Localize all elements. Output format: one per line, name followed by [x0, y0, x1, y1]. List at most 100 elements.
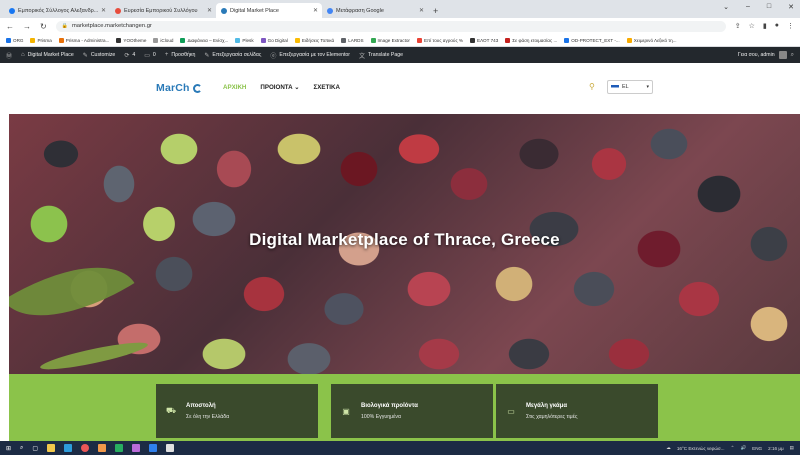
admin-edit-elementor[interactable]: ⓔ Επεξεργασία με τον Elementor	[270, 51, 350, 60]
avatar	[778, 51, 787, 59]
window-controls: ⌄ – □ ✕	[723, 3, 794, 11]
language-select[interactable]: EL ▾	[607, 80, 653, 94]
app-icon[interactable]	[149, 444, 158, 452]
admin-edit-page[interactable]: ✎ Επεξεργασία σελίδας	[204, 52, 261, 59]
file-explorer-icon[interactable]	[47, 444, 56, 452]
new-tab-button[interactable]: +	[433, 6, 438, 16]
bookmark-item[interactable]: Ειδήσεις Τοπικά	[294, 37, 334, 43]
nav-item-about[interactable]: ΣΧΕΤΙΚΑ	[314, 84, 340, 91]
bookmarks-bar: ORG Prisma Prisma - Administra... YOOthe…	[0, 34, 800, 47]
admin-site-name[interactable]: ⌂ Digital Market Place	[21, 52, 74, 58]
bookmark-item[interactable]: Go Digital	[260, 37, 288, 43]
feature-subtitle: 100% Εγγυημένα	[361, 413, 401, 420]
app-icon[interactable]	[115, 444, 124, 452]
bookmark-item[interactable]: Prisma	[30, 37, 52, 43]
bookmark-item[interactable]: YOOtheme	[116, 37, 146, 43]
back-icon[interactable]: ←	[6, 22, 14, 31]
menu-icon[interactable]: ⋮	[787, 22, 794, 30]
bookmark-favicon-icon	[58, 37, 64, 43]
volume-icon[interactable]: 🔊	[740, 445, 746, 451]
bookmark-label: Επί τους αγρούς %	[423, 37, 464, 43]
input-language[interactable]: ENG	[752, 446, 762, 451]
tray-arrow-icon[interactable]: ⌃	[731, 445, 735, 451]
reload-icon[interactable]: ↻	[40, 22, 47, 31]
bookmark-item[interactable]: ORG	[6, 37, 24, 43]
forward-icon[interactable]: →	[23, 22, 31, 31]
admin-new[interactable]: + Προσθήκη	[165, 52, 196, 58]
close-tab-icon[interactable]: ✕	[419, 7, 424, 14]
search-icon[interactable]: ⚲	[589, 82, 595, 91]
close-window-icon[interactable]: ✕	[788, 3, 794, 11]
bookmark-favicon-icon	[180, 37, 186, 43]
admin-translate[interactable]: 文 Translate Page	[359, 51, 403, 60]
nav-item-home[interactable]: ΑΡΧΙΚΗ	[223, 84, 246, 91]
feature-subtitle: Σε όλη την Ελλάδα	[186, 413, 230, 420]
facebook-favicon-icon	[9, 7, 15, 14]
bookmark-item[interactable]: Plesk	[235, 37, 254, 43]
bookmark-item[interactable]: ΕΛΟΤ 743	[470, 37, 498, 43]
browser-tab[interactable]: Εμπορικός Σύλλογος Αλεξανδρ... ✕	[4, 3, 110, 18]
bookmark-item[interactable]: Prisma - Administra...	[58, 37, 109, 43]
lock-icon[interactable]: 🔒	[62, 23, 68, 29]
feature-title: Βιολογικά προϊόντα	[361, 402, 418, 409]
search-icon[interactable]: ⌕	[791, 52, 794, 59]
hero-title: Digital Marketplace of Thrace, Greece	[249, 230, 560, 249]
feature-card-variety: ▭ Μεγάλη γκάμα Στις χαμηλότερες τιμές	[496, 384, 658, 438]
clock[interactable]: 2:16 μμ	[768, 446, 784, 451]
google-translate-favicon-icon	[327, 7, 333, 14]
close-tab-icon[interactable]: ✕	[101, 7, 106, 14]
close-tab-icon[interactable]: ✕	[313, 7, 318, 14]
bookmark-label: Plesk	[242, 37, 254, 43]
bookmark-item[interactable]: Χειμερινό Λεξικό τη...	[626, 37, 677, 43]
weather-text[interactable]: 16°C Εκτενώς νεφώσ...	[677, 446, 725, 451]
profile-icon[interactable]: ●	[775, 22, 779, 30]
admin-updates[interactable]: ⟳ 4	[124, 52, 135, 59]
app-icon[interactable]	[166, 444, 175, 452]
bookmark-item[interactable]: Επί τους αγρούς %	[416, 37, 464, 43]
bookmark-favicon-icon	[260, 37, 266, 43]
url-text: marketplace.marketchangen.gr	[71, 23, 152, 29]
close-tab-icon[interactable]: ✕	[207, 7, 212, 14]
admin-account[interactable]: Γεια σου, admin ⌕	[738, 51, 794, 59]
bookmark-item[interactable]: LARDS	[341, 37, 364, 43]
app-icon[interactable]	[98, 444, 107, 452]
edge-icon[interactable]	[64, 444, 73, 452]
sidebar-icon[interactable]: ▮	[763, 22, 767, 30]
bookmark-item[interactable]: Image Extractor	[370, 37, 410, 43]
bookmark-label: Prisma	[37, 37, 52, 43]
bookmark-label: ORG	[13, 37, 24, 43]
bookmark-item[interactable]: OD-PROTECT_EXT -...	[564, 37, 620, 43]
maximize-icon[interactable]: □	[767, 3, 771, 11]
chrome-icon[interactable]	[81, 444, 90, 452]
browser-tab[interactable]: Μετάφραση Google ✕	[322, 3, 428, 18]
admin-comments[interactable]: ▭ 0	[144, 52, 156, 59]
features-band: ⛟ Αποστολή Σε όλη την Ελλάδα ▣ Βιολογικά…	[9, 374, 800, 441]
bookmark-item[interactable]: Σε φάση ετοιμασίας ...	[505, 37, 557, 43]
browser-tab-strip: Εμπορικός Σύλλογος Αλεξανδρ... ✕ Ευρεσία…	[0, 0, 800, 18]
main-nav: ΑΡΧΙΚΗ ΠΡΟΙΟΝΤΑ ⌄ ΣΧΕΤΙΚΑ	[223, 84, 340, 91]
url-field[interactable]: 🔒 marketplace.marketchangen.gr	[55, 20, 726, 32]
task-view-icon[interactable]: ▢	[32, 445, 38, 452]
bookmark-item[interactable]: Διαφάνεια – Ενίσχ...	[180, 37, 228, 43]
site-header: MarCh ΑΡΧΙΚΗ ΠΡΟΙΟΝΤΑ ⌄ ΣΧΕΤΙΚΑ ⚲ EL ▾	[9, 63, 800, 114]
browser-tab-active[interactable]: Digital Market Place ✕	[216, 3, 322, 18]
bookmark-star-icon[interactable]: ☆	[749, 22, 755, 30]
bookmark-favicon-icon	[116, 37, 122, 43]
notifications-icon[interactable]: ▤	[790, 445, 794, 451]
feature-subtitle: Στις χαμηλότερες τιμές	[526, 413, 578, 420]
nav-item-products[interactable]: ΠΡΟΙΟΝΤΑ ⌄	[260, 84, 299, 91]
minimize-icon[interactable]: –	[746, 3, 750, 11]
search-icon[interactable]: ⌕	[20, 445, 23, 452]
windows-start-icon[interactable]: ⊞	[6, 445, 11, 452]
bookmark-favicon-icon	[470, 37, 476, 43]
site-logo[interactable]: MarCh	[156, 82, 202, 94]
app-icon[interactable]	[132, 444, 141, 452]
tab-label: Digital Market Place	[230, 7, 279, 14]
admin-customize[interactable]: ✎ Customize	[83, 52, 116, 59]
wordpress-logo-icon[interactable]: Ⓦ	[6, 51, 12, 60]
bookmark-item[interactable]: iCloud	[153, 37, 173, 43]
share-icon[interactable]: ⇪	[735, 22, 741, 30]
browser-tab[interactable]: Ευρεσία Εμπορικού Συλλόγου ✕	[110, 3, 216, 18]
bookmark-favicon-icon	[626, 37, 632, 43]
tab-search-icon[interactable]: ⌄	[723, 3, 729, 11]
